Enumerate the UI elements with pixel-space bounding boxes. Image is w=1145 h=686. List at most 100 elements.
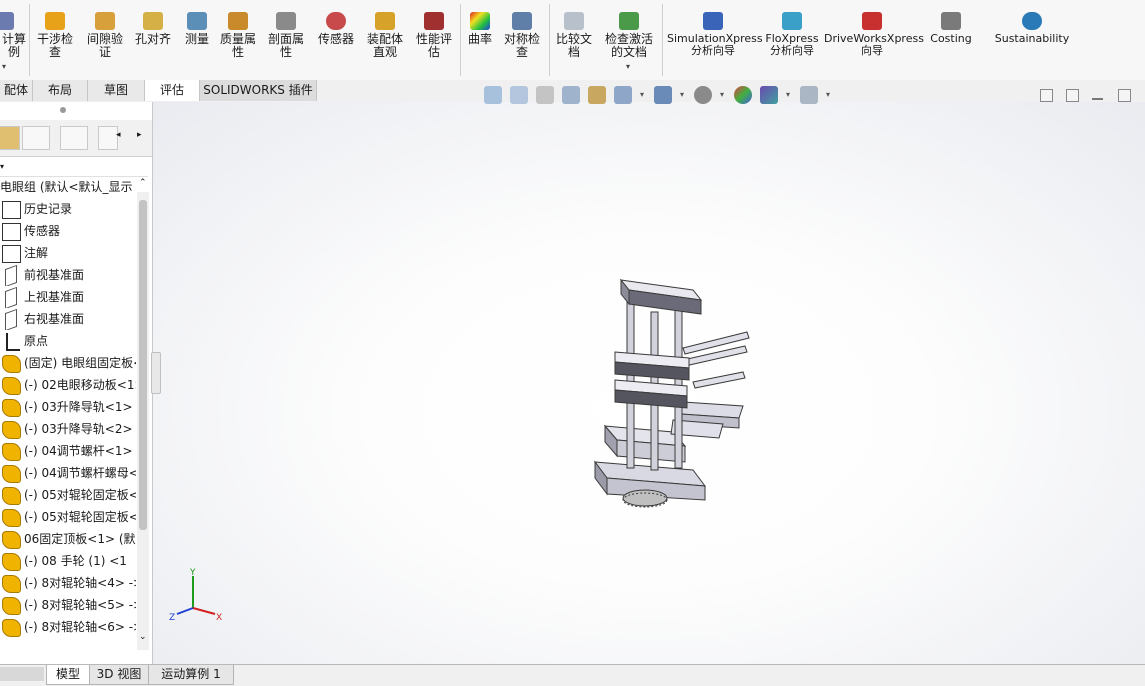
tab-assembly[interactable]: 配体 (0, 80, 33, 101)
previous-view-icon[interactable] (536, 86, 554, 104)
chevron-down-icon[interactable]: ▾ (680, 90, 684, 99)
mass-properties-button[interactable]: 质量属性 (217, 2, 259, 59)
scroll-down-icon[interactable]: ⌄ (139, 632, 147, 642)
floxpress-button[interactable]: FloXpress 分析向导 (763, 2, 821, 57)
propertymanager-tab-icon[interactable] (22, 126, 50, 150)
measure-button[interactable]: 测量 (180, 2, 214, 46)
tree-item[interactable]: (-) 08 手轮 (1) <1 (0, 550, 136, 572)
tree-item[interactable]: 原点 (0, 330, 136, 352)
bottom-tab-bar: 模型 3D 视图 运动算例 1 (0, 664, 1145, 686)
panel-grip-icon[interactable] (60, 107, 66, 113)
chevron-left-icon[interactable]: ◂ (116, 130, 121, 140)
minimize-icon[interactable] (1092, 98, 1103, 100)
tile-right-icon[interactable] (1066, 89, 1079, 102)
calc-icon (0, 12, 14, 30)
tree-item-label: (-) 05对辊轮固定板< (24, 510, 136, 524)
tree-item[interactable]: (-) 04调节螺杆<1> ( (0, 440, 136, 462)
chevron-down-icon[interactable]: ▾ (640, 90, 644, 99)
feature-manager-panel: ◂ ▸ ▾ 电眼组 (默认<默认_显示 历史记录 传感器 注解 前视基准面 上视基准面右… (0, 102, 153, 664)
chevron-down-icon[interactable]: ▾ (786, 90, 790, 99)
tab-sketch[interactable]: 草图 (88, 80, 145, 101)
section-properties-button[interactable]: 剖面属性 (265, 2, 307, 59)
ribbon-label-partial: 计算例 (1, 32, 26, 59)
tree-item[interactable]: 上视基准面 (0, 286, 136, 308)
edit-appearance-icon[interactable] (734, 86, 752, 104)
tree-item[interactable]: 注解 (0, 242, 136, 264)
view-orientation-icon[interactable] (614, 86, 632, 104)
performance-evaluation-button[interactable]: 性能评估 (412, 2, 456, 59)
tab-solidworks-addins[interactable]: SOLIDWORKS 插件 (200, 80, 317, 101)
tree-item[interactable]: (-) 05对辊轮固定板< (0, 484, 136, 506)
ribbon-button-partial-calc[interactable]: 计算例 (0, 2, 28, 59)
view-settings-icon[interactable] (800, 86, 818, 104)
tree-item[interactable]: 传感器 (0, 220, 136, 242)
tree-scrollbar-thumb[interactable] (139, 200, 147, 530)
dynamic-annotation-icon[interactable] (588, 86, 606, 104)
hole-alignment-button[interactable]: 孔对齐 (132, 2, 174, 46)
tab-navigation-arrows[interactable] (0, 667, 44, 681)
display-style-icon[interactable] (654, 86, 672, 104)
panel-tabs: ◂ ▸ (0, 120, 152, 157)
scroll-up-icon[interactable]: ⌃ (139, 178, 147, 188)
tab-evaluate[interactable]: 评估 (145, 80, 200, 101)
curvature-button[interactable]: 曲率 (464, 2, 496, 46)
tree-item[interactable]: 06固定顶板<1> (默认 (0, 528, 136, 550)
chevron-right-icon[interactable]: ▸ (137, 130, 142, 140)
mass-properties-icon (228, 12, 248, 30)
filter-row[interactable]: ▾ (0, 158, 148, 177)
driveworksxpress-label: DriveWorksXpress 向导 (824, 32, 924, 57)
compare-documents-label: 比较文档 (555, 32, 592, 59)
symmetry-check-button[interactable]: 对称检查 (500, 2, 544, 59)
part-icon (2, 487, 21, 505)
tree-item[interactable]: 历史记录 (0, 198, 136, 220)
tree-item[interactable]: (-) 8对辊轮轴<5> -> (0, 594, 136, 616)
tab-model[interactable]: 模型 (46, 665, 90, 685)
assembly-visualization-button[interactable]: 装配体直观 (362, 2, 408, 59)
simulationxpress-button[interactable]: SimulationXpress 分析向导 (667, 2, 763, 57)
filter-dropdown-icon[interactable]: ▾ (0, 162, 4, 171)
apply-scene-icon[interactable] (760, 86, 778, 104)
driveworksxpress-button[interactable]: DriveWorksXpress 向导 (824, 2, 924, 57)
tree-item[interactable]: (-) 8对辊轮轴<6> -> (0, 616, 136, 638)
tree-item[interactable]: (-) 04调节螺杆螺母< (0, 462, 136, 484)
tree-item[interactable]: (-) 03升降导轨<1> ( (0, 396, 136, 418)
check-active-document-button[interactable]: 检查激活的文档 (601, 2, 657, 59)
zoom-to-area-icon[interactable] (510, 86, 528, 104)
tree-item[interactable]: (-) 05对辊轮固定板< (0, 506, 136, 528)
costing-button[interactable]: Costing (924, 2, 978, 45)
clearance-verification-button[interactable]: 间隙验证 (84, 2, 126, 59)
chevron-down-icon[interactable]: ▾ (826, 90, 830, 99)
compare-documents-button[interactable]: 比较文档 (553, 2, 595, 59)
restore-icon[interactable] (1118, 89, 1131, 102)
configurationmanager-tab-icon[interactable] (60, 126, 88, 150)
compare-documents-icon (564, 12, 584, 30)
simulationxpress-icon (703, 12, 723, 30)
tab-layout[interactable]: 布局 (33, 80, 88, 101)
hole-alignment-label: 孔对齐 (134, 32, 171, 46)
interference-check-button[interactable]: 干涉检查 (34, 2, 76, 59)
graphics-area[interactable]: Y X Z (153, 102, 1145, 664)
tab-motion-study[interactable]: 运动算例 1 (148, 665, 234, 685)
dropdown-arrow-icon[interactable]: ▾ (626, 62, 630, 71)
symmetry-check-icon (512, 12, 532, 30)
tree-item[interactable]: (-) 02电眼移动板<1> (0, 374, 136, 396)
hide-show-items-icon[interactable] (694, 86, 712, 104)
zoom-to-fit-icon[interactable] (484, 86, 502, 104)
chevron-down-icon[interactable]: ▾ (720, 90, 724, 99)
tab-3d-views[interactable]: 3D 视图 (89, 665, 149, 685)
tree-item[interactable]: 右视基准面 (0, 308, 136, 330)
section-view-icon[interactable] (562, 86, 580, 104)
tree-item[interactable]: (-) 03升降导轨<2> ( (0, 418, 136, 440)
tree-item-label: (-) 05对辊轮固定板< (24, 488, 136, 502)
sustainability-button[interactable]: Sustainability (990, 2, 1074, 45)
dimxpert-tab-icon[interactable] (98, 126, 118, 150)
tile-left-icon[interactable] (1040, 89, 1053, 102)
dropdown-arrow-icon[interactable]: ▾ (2, 62, 6, 71)
panel-splitter[interactable] (151, 352, 161, 394)
tree-root[interactable]: 电眼组 (默认<默认_显示 (0, 176, 136, 198)
sensor-button[interactable]: 传感器 (314, 2, 358, 46)
tree-item[interactable]: (-) 8对辊轮轴<4> -> (0, 572, 136, 594)
tree-item[interactable]: 前视基准面 (0, 264, 136, 286)
featuremanager-tab-icon[interactable] (0, 126, 20, 150)
tree-item[interactable]: (固定) 电眼组固定板< (0, 352, 136, 374)
